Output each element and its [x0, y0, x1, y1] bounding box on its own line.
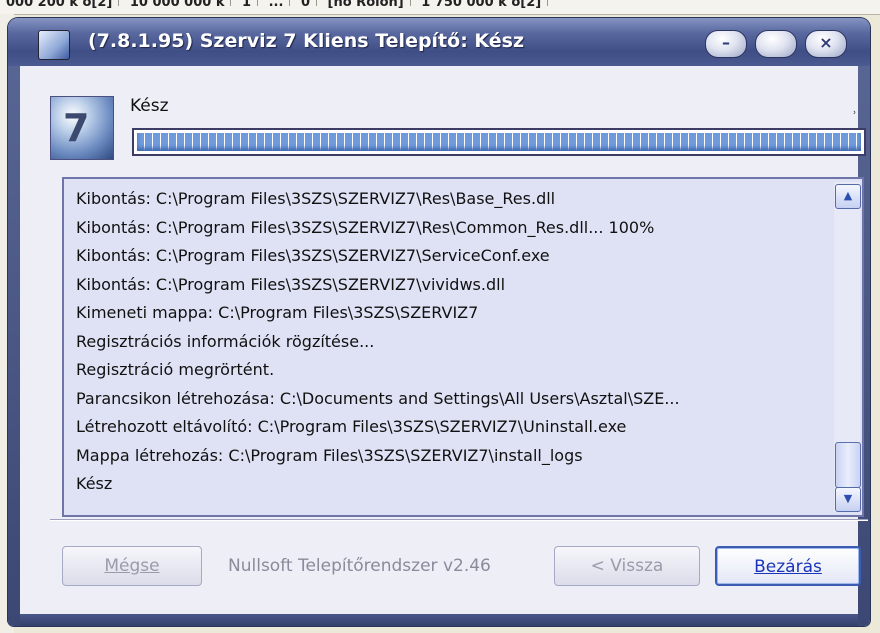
installer-window: (7.8.1.95) Szerviz 7 Kliens Telepítő: Ké… — [8, 18, 870, 626]
log-line: Kibontás: C:\Program Files\3SZS\SZERVIZ7… — [76, 246, 550, 265]
log-line: Parancsikon létrehozása: C:\Documents an… — [76, 388, 680, 408]
close-button-label: Bezárás — [754, 557, 822, 577]
log-line: Kész — [76, 474, 113, 493]
log-line: Kibontás: C:\Program Files\3SZS\SZERVIZ7… — [76, 274, 506, 294]
close-window-button[interactable]: × — [805, 30, 847, 58]
back-button[interactable]: < Vissza — [554, 546, 700, 586]
log-line: Kimeneti mappa: C:\Program Files\3SZS\SZ… — [76, 303, 479, 322]
log-line: Regisztrációs információk rögzítése... — [76, 331, 375, 351]
background-cell: 0 — [295, 0, 317, 9]
log-lines: Kibontás: C:\Program Files\3SZS\SZERVIZ7… — [76, 185, 816, 499]
background-app-strip: 000 200 k o[2] 10 000 000 k 1 ... 0 [no … — [0, 0, 880, 15]
window-title: (7.8.1.95) Szerviz 7 Kliens Telepítő: Ké… — [88, 30, 525, 52]
cancel-button[interactable]: Mégse — [62, 546, 202, 586]
window-bottom-frame — [20, 614, 858, 626]
install-log[interactable]: Kibontás: C:\Program Files\3SZS\SZERVIZ7… — [62, 177, 864, 517]
logo-mark: 7 — [63, 106, 90, 150]
log-line: Regisztráció megrörtént. — [76, 360, 275, 379]
background-cell: 10 000 000 k — [124, 0, 232, 9]
header-dot: ˒ — [853, 106, 857, 120]
footer-separator — [50, 519, 868, 521]
scroll-down-arrow-icon[interactable]: ▼ — [835, 487, 861, 512]
cancel-button-label: Mégse — [104, 556, 160, 576]
installer-app-icon — [38, 30, 70, 60]
background-cell: 1 750 000 k o[2] — [415, 0, 549, 9]
nullsoft-brand-text: Nullsoft Telepítőrendszer v2.46 — [228, 556, 491, 576]
log-line: Létrehozott eltávolító: C:\Program Files… — [76, 417, 627, 436]
background-cell: 1 — [236, 0, 259, 9]
background-cell: [no Roion] — [322, 0, 411, 9]
log-scrollbar[interactable]: ▲ ▼ — [834, 182, 861, 512]
background-cell: 000 200 k o[2] — [0, 0, 120, 9]
progress-fill — [137, 133, 861, 151]
background-cell: ... — [263, 0, 291, 9]
finish-close-button[interactable]: Bezárás — [715, 546, 861, 586]
minimize-button[interactable]: – — [705, 30, 747, 58]
progress-bar — [132, 128, 866, 156]
title-bar[interactable]: (7.8.1.95) Szerviz 7 Kliens Telepítő: Ké… — [8, 18, 870, 66]
scroll-up-arrow-icon[interactable]: ▲ — [835, 184, 861, 209]
status-label: Kész — [130, 96, 169, 116]
installer-body: 7 Kész ˒ Kibontás: C:\Program Files\3SZS… — [20, 66, 868, 614]
scroll-thumb[interactable] — [835, 442, 861, 488]
back-button-label: < Vissza — [590, 556, 664, 576]
log-line: Mappa létrehozás: C:\Program Files\3SZS\… — [76, 445, 583, 465]
maximize-button[interactable] — [755, 30, 797, 58]
log-line: Kibontás: C:\Program Files\3SZS\SZERVIZ7… — [76, 217, 655, 237]
log-line: Kibontás: C:\Program Files\3SZS\SZERVIZ7… — [76, 189, 556, 208]
szerviz7-logo-icon: 7 — [50, 96, 114, 160]
